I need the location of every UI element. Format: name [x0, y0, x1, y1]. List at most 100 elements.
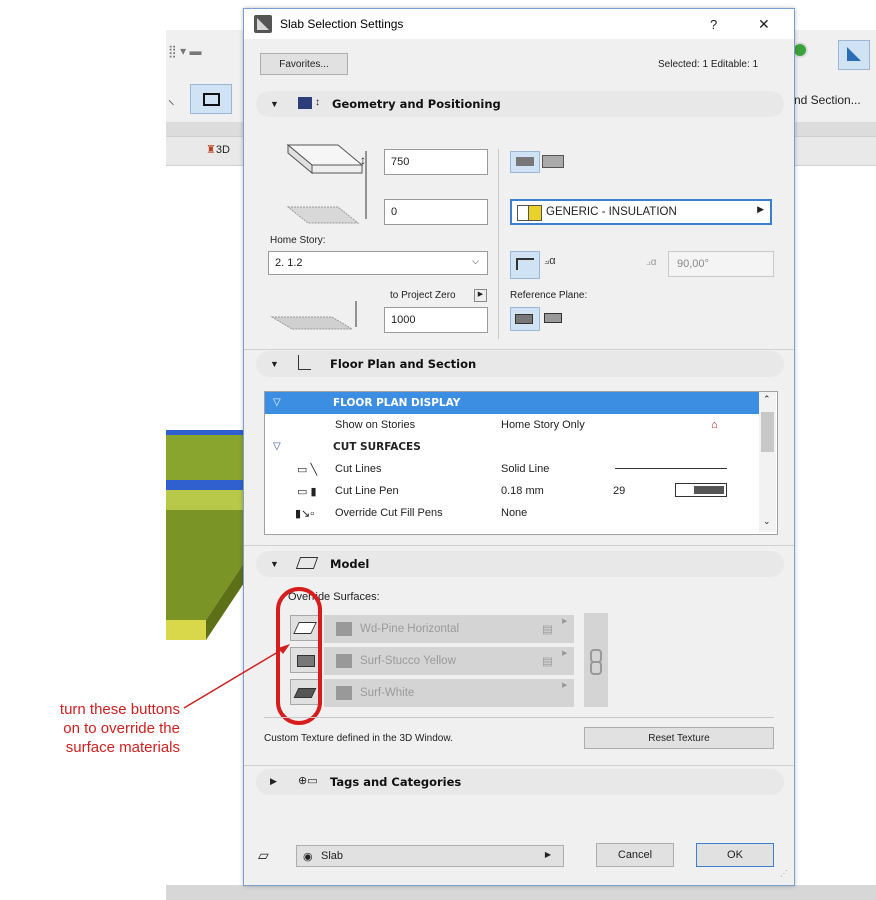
slab-thickness-diagram — [286, 143, 367, 224]
row-name: Cut Lines — [335, 463, 382, 475]
offset-input[interactable]: 0 — [384, 199, 488, 225]
angle-icon: ⟓α — [646, 257, 657, 268]
hatch-icon — [516, 157, 534, 166]
app-statusbar — [166, 885, 876, 900]
table-row[interactable]: ▭ ╲ Cut Lines Solid Line — [265, 458, 760, 480]
collapse-arrow-icon[interactable]: ▼ — [270, 99, 279, 109]
model-section-header[interactable]: ▼ Model — [256, 551, 784, 577]
resize-grip-icon[interactable]: ⋰ — [780, 869, 788, 878]
table-row[interactable]: Show on Stories Home Story Only ⌂ — [265, 414, 760, 436]
paint-icon: ▤ — [542, 624, 553, 636]
row-name: FLOOR PLAN DISPLAY — [333, 397, 461, 409]
expand-arrow-icon[interactable]: ▶ — [270, 776, 277, 787]
scroll-up-icon[interactable]: ⌃ — [763, 394, 771, 405]
layer-select[interactable]: ◉ Slab ▶ — [296, 845, 564, 867]
row-name: CUT SURFACES — [333, 441, 421, 453]
surface-name: Wd-Pine Horizontal — [360, 623, 460, 635]
collapse-arrow-icon[interactable]: ▼ — [270, 559, 279, 569]
story-icon: ⌂ — [711, 419, 718, 431]
pen-preview[interactable] — [675, 483, 727, 497]
grid-snap-icon[interactable]: ⣿ ▾ ▬ — [168, 44, 228, 60]
row-name: Override Cut Fill Pens — [335, 507, 443, 519]
floor-plan-settings-table: ▽ FLOOR PLAN DISPLAY Show on Stories Hom… — [264, 391, 778, 535]
section-divider — [244, 349, 794, 350]
expand-arrow-icon[interactable]: ▽ — [273, 441, 281, 452]
table-row[interactable]: ▮↘▫ Override Cut Fill Pens None — [265, 502, 760, 524]
structure-composite-icon[interactable] — [542, 155, 564, 168]
table-row[interactable]: ▭ ▮ Cut Line Pen 0.18 mm 29 — [265, 480, 760, 502]
chevron-down-icon: ⌵ — [472, 256, 479, 266]
favorites-button[interactable]: Favorites... — [260, 53, 348, 75]
bottom-surface-material[interactable]: Surf-White ▶ — [324, 679, 574, 708]
top-surface-material[interactable]: Wd-Pine Horizontal ▤ ▶ — [324, 615, 574, 644]
building-material-select[interactable]: GENERIC - INSULATION ▶ — [510, 199, 772, 225]
geometry-section-header[interactable]: ▼ ↕ Geometry and Positioning — [256, 91, 784, 117]
table-row[interactable]: ▽ FLOOR PLAN DISPLAY — [265, 392, 760, 414]
home-story-label: Home Story: — [270, 235, 326, 246]
eye-icon: ◉ — [303, 851, 313, 863]
angled-edge-icon[interactable]: ⟓α — [544, 255, 556, 268]
scroll-down-icon[interactable]: ⌄ — [763, 516, 771, 527]
material-swatch-icon — [336, 686, 352, 700]
structure-basic-button[interactable] — [510, 151, 540, 173]
project-zero-toggle[interactable]: ▶ — [474, 289, 487, 302]
archicad-app-icon — [254, 15, 272, 33]
reset-texture-button[interactable]: Reset Texture — [584, 727, 774, 749]
table-row[interactable]: ▽ CUT SURFACES — [265, 436, 760, 458]
expand-arrow-icon[interactable]: ▽ — [273, 397, 281, 408]
row-value: None — [501, 507, 528, 519]
reference-plane-top-button[interactable] — [510, 307, 540, 331]
layer-icon: ▱ — [258, 847, 269, 863]
material-swatch-icon — [336, 622, 352, 636]
row-name: Cut Line Pen — [335, 485, 399, 497]
rectangle-tool-button[interactable] — [190, 84, 232, 114]
tags-icon: ⊕▭ — [298, 775, 318, 787]
close-button[interactable]: ✕ — [758, 16, 770, 33]
collapse-arrow-icon[interactable]: ▼ — [270, 359, 279, 369]
chevron-right-icon: ▶ — [757, 204, 764, 214]
thickness-input[interactable]: 750 — [384, 149, 488, 175]
floor-plan-section-header[interactable]: ▼ Floor Plan and Section — [256, 351, 784, 377]
model-title: Model — [330, 557, 370, 571]
help-button[interactable]: ? — [710, 17, 717, 32]
model-icon — [295, 557, 319, 569]
3d-view-icon: ♜ — [206, 144, 216, 156]
paint-icon: ▤ — [542, 656, 553, 668]
tags-title: Tags and Categories — [330, 775, 462, 789]
annotation-line-1: turn these buttons — [59, 701, 180, 718]
link-surfaces-button[interactable] — [584, 613, 608, 707]
slab-settings-dialog: Slab Selection Settings ? ✕ Favorites...… — [243, 8, 795, 886]
section-tool-button[interactable] — [838, 40, 870, 70]
arrow-tool-icon[interactable]: ⸜ — [168, 90, 175, 108]
table-scrollbar[interactable]: ⌃ ⌄ — [759, 392, 776, 532]
annotation-arrow — [183, 644, 290, 709]
side-surface-material[interactable]: Surf-Stucco Yellow ▤ ▶ — [324, 647, 574, 676]
reference-bottom-icon[interactable] — [544, 313, 562, 323]
row-value: 0.18 mm — [501, 485, 544, 497]
home-story-value: 2. 1.2 — [275, 257, 303, 269]
floor-plan-icon — [298, 355, 311, 370]
project-zero-input[interactable]: 1000 — [384, 307, 488, 333]
slab-geometry-icon — [298, 97, 312, 109]
material-color-icon — [528, 205, 542, 221]
vertical-edge-button[interactable] — [510, 251, 540, 279]
material-swatch-icon — [336, 654, 352, 668]
row-value: Home Story Only — [501, 419, 585, 431]
cancel-button[interactable]: Cancel — [596, 843, 674, 867]
custom-texture-note: Custom Texture defined in the 3D Window. — [264, 733, 453, 744]
angle-input[interactable]: 90,00° — [668, 251, 774, 277]
rectangle-icon — [203, 93, 220, 106]
cut-lines-icon: ▭ ╲ — [297, 464, 318, 476]
chevron-right-icon: ▶ — [562, 682, 568, 689]
thickness-icon: ↕ — [360, 153, 366, 167]
ok-button[interactable]: OK — [696, 843, 774, 867]
toolbar-label[interactable]: nd Section... — [794, 93, 861, 107]
selected-info: Selected: 1 Editable: 1 — [658, 59, 759, 70]
row-name: Show on Stories — [335, 419, 416, 431]
home-story-select[interactable]: 2. 1.2 ⌵ — [268, 251, 488, 275]
tab-3d[interactable]: ♜3D — [206, 143, 230, 156]
tags-section-header[interactable]: ▶ ⊕▭ Tags and Categories — [256, 769, 784, 795]
section-divider — [244, 765, 794, 766]
row-value: Solid Line — [501, 463, 550, 475]
scroll-thumb[interactable] — [761, 412, 774, 452]
